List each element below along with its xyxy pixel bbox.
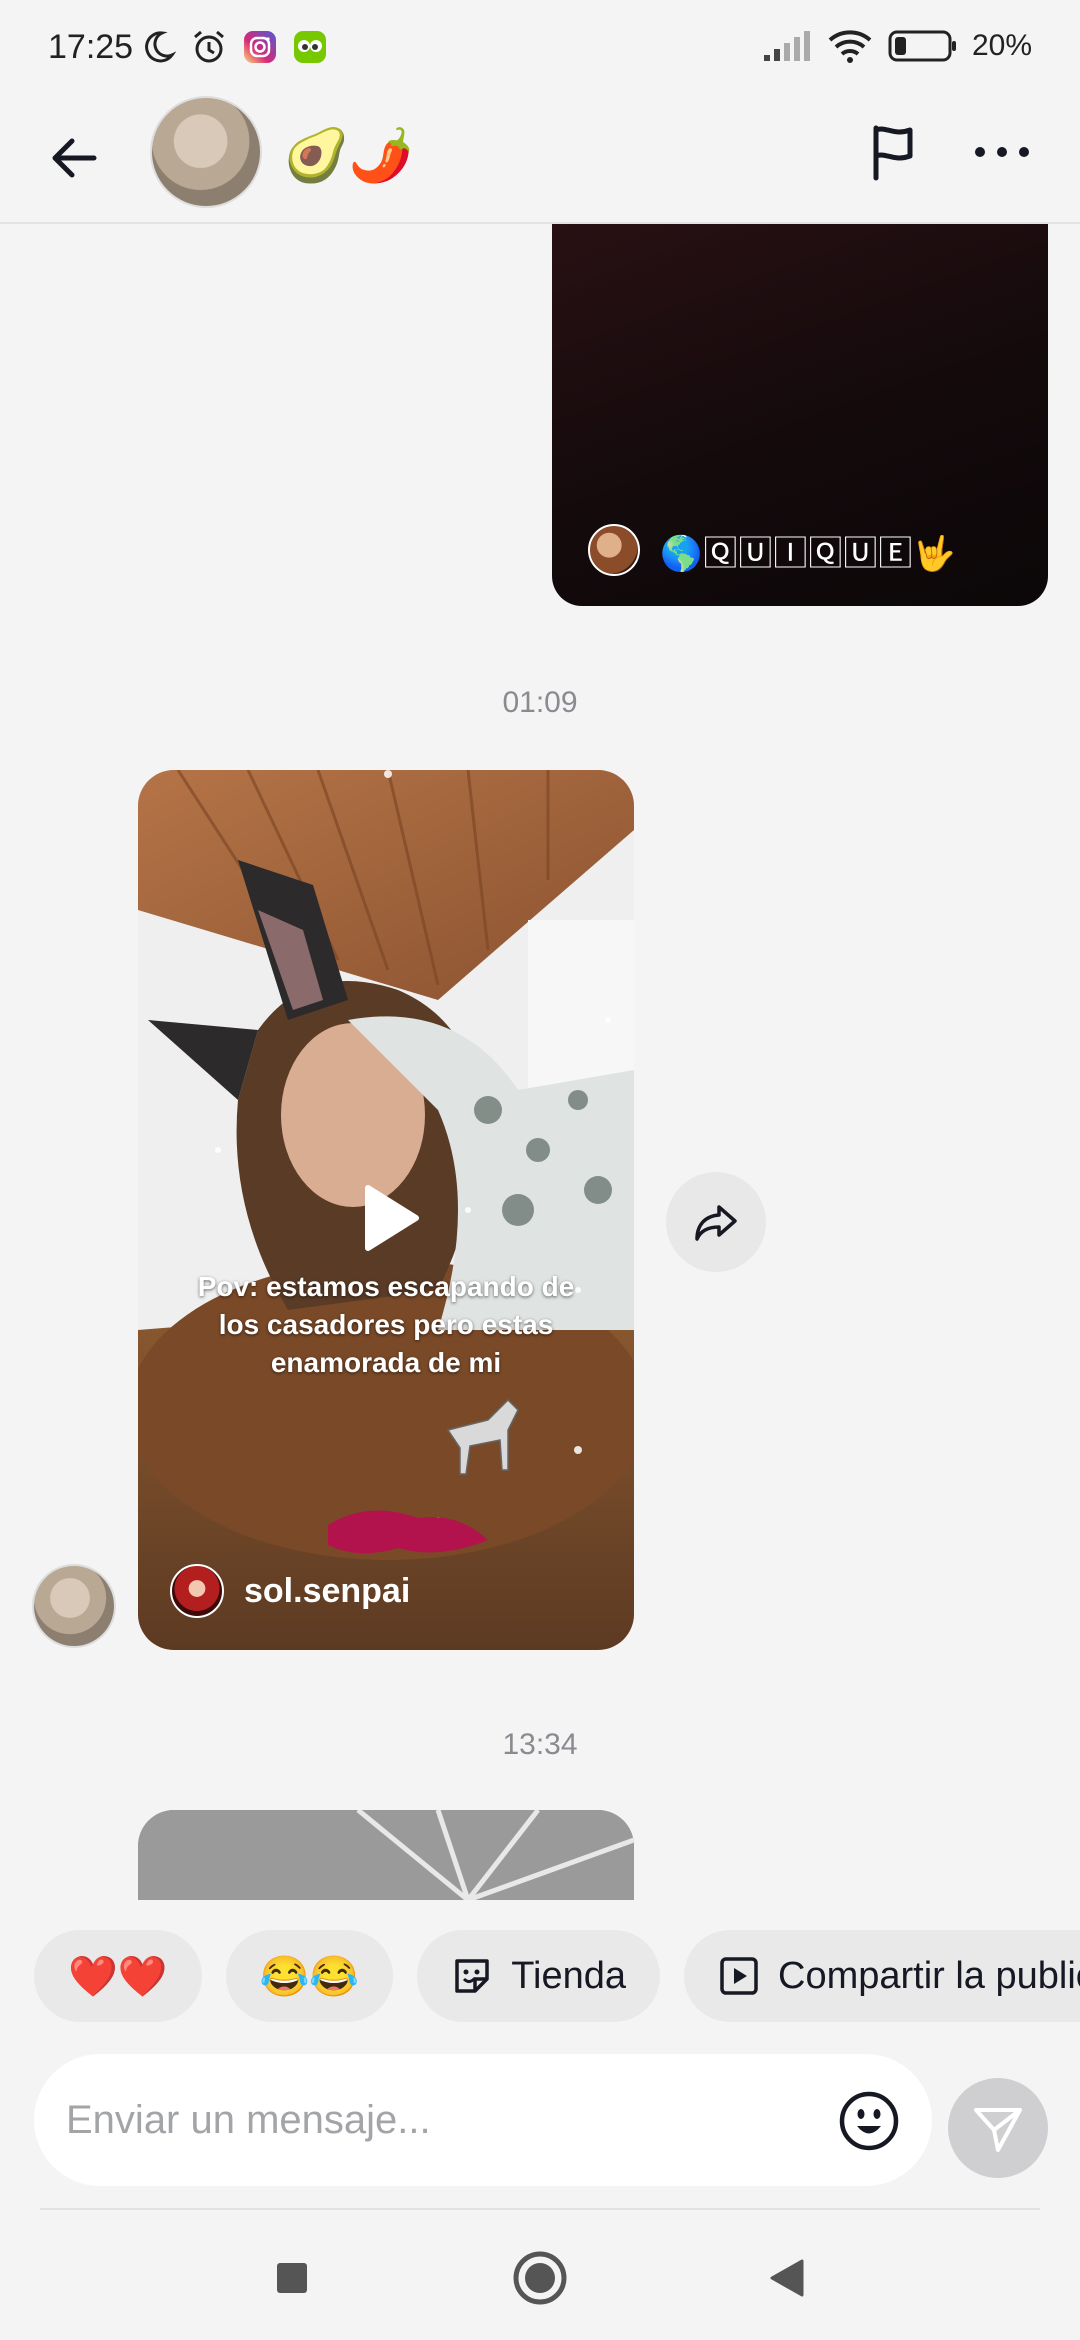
back-button[interactable] xyxy=(36,120,112,196)
shared-video-card[interactable] xyxy=(138,1810,634,1900)
more-icon xyxy=(975,147,1029,157)
quick-reply-label: Compartir la publicación xyxy=(778,1954,1080,1997)
play-icon[interactable] xyxy=(348,1178,428,1258)
message-timestamp: 01:09 xyxy=(502,686,578,719)
video-caption: Pov: estamos escapando de los casadores … xyxy=(197,1271,575,1378)
chat-header: 🥑🌶️ xyxy=(0,96,1080,224)
flag-icon xyxy=(873,125,913,181)
message-timestamp: 13:34 xyxy=(502,1728,578,1761)
status-time: 17:25 xyxy=(48,28,134,66)
quick-reply-laughing[interactable]: 😂😂 xyxy=(225,1930,394,2022)
contact-avatar[interactable] xyxy=(150,96,262,208)
share-arrow-icon xyxy=(695,1205,737,1241)
triangle-back-icon xyxy=(770,2259,804,2297)
nav-home-button[interactable] xyxy=(500,2238,580,2318)
report-button[interactable] xyxy=(858,116,930,188)
quick-reply-store[interactable]: Tienda xyxy=(417,1930,660,2022)
message-list[interactable]: 🌎🅀🅄🄸🅀🅄🄴🤟 01:09 Pov: estamos escapando de… xyxy=(0,224,1080,1900)
alarm-icon xyxy=(194,30,224,63)
smiley-icon xyxy=(839,2091,899,2151)
video-author-avatar xyxy=(170,1564,224,1618)
quick-reply-share-post[interactable]: Compartir la publicación xyxy=(684,1930,1080,2022)
share-button[interactable] xyxy=(666,1172,766,1272)
circle-icon xyxy=(513,2251,567,2305)
nav-recents-button[interactable] xyxy=(252,2238,332,2318)
more-options-button[interactable] xyxy=(966,116,1038,188)
nav-back-button[interactable] xyxy=(746,2238,826,2318)
battery-icon xyxy=(888,30,956,62)
play-square-icon xyxy=(720,1957,758,1995)
quick-replies: ❤️❤️ 😂😂 Tienda Compartir la publicación xyxy=(0,1930,1080,2022)
square-icon xyxy=(277,2263,307,2293)
message-input[interactable] xyxy=(66,2084,826,2156)
system-nav-bar xyxy=(0,2210,1080,2340)
status-icons-left xyxy=(140,28,328,66)
wifi-icon xyxy=(828,30,872,63)
quick-reply-hearts[interactable]: ❤️❤️ xyxy=(34,1930,202,2022)
shared-video-card[interactable]: 🌎🅀🅄🄸🅀🅄🄴🤟 xyxy=(552,224,1048,606)
sender-avatar[interactable] xyxy=(32,1564,116,1648)
quick-reply-label: Tienda xyxy=(511,1954,626,1997)
message-composer xyxy=(34,2054,932,2186)
contact-name[interactable]: 🥑🌶️ xyxy=(284,124,414,188)
arrow-left-icon xyxy=(52,138,97,178)
send-icon xyxy=(974,2108,1022,2152)
video-author-row: 🌎🅀🅄🄸🅀🅄🄴🤟 xyxy=(588,524,957,576)
chat-screen: 17:25 20% 🥑🌶️ 🌎🅀🅄🄸🅀🅄🄴🤟 01:09 Pov: estamo… xyxy=(0,0,1080,2340)
emoji-button[interactable] xyxy=(834,2086,904,2156)
video-author-avatar xyxy=(588,524,640,576)
shared-video-card[interactable]: Pov: estamos escapando de los casadores … xyxy=(138,770,634,1650)
video-author-name: sol.senpai xyxy=(244,1571,411,1610)
duolingo-icon xyxy=(294,31,326,63)
instagram-icon xyxy=(244,31,276,63)
battery-percent: 20% xyxy=(971,29,1032,62)
video-thumbnail xyxy=(138,1810,634,1900)
video-author-name: 🌎🅀🅄🄸🅀🅄🄴🤟 xyxy=(660,534,957,573)
status-bar: 17:25 20% xyxy=(0,0,1080,96)
video-author-row: sol.senpai xyxy=(170,1564,410,1618)
status-icons-right: 20% xyxy=(762,28,1032,64)
signal-icon xyxy=(763,31,810,61)
send-button[interactable] xyxy=(948,2078,1048,2178)
moon-icon xyxy=(145,31,176,63)
sticker-icon xyxy=(455,1959,489,1993)
